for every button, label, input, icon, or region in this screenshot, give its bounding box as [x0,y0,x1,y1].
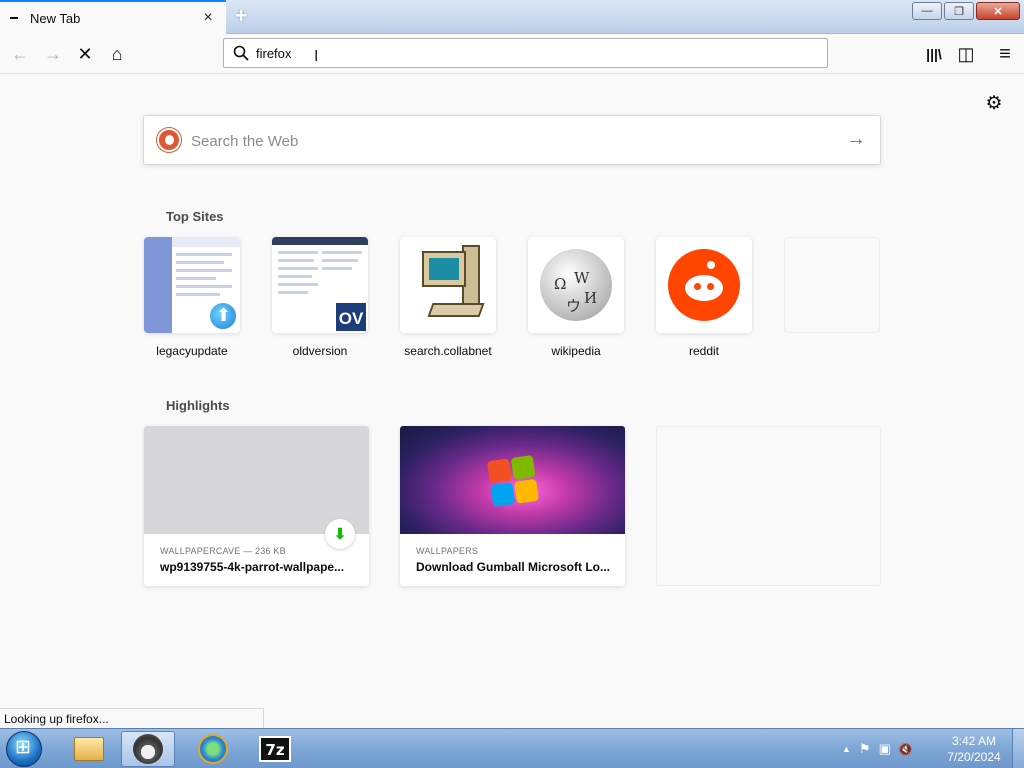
stop-button[interactable]: ✕ [71,40,99,68]
network-icon[interactable]: ▣ [879,741,891,757]
tab-title: New Tab [30,10,81,26]
taskbar-7zip[interactable]: 7z [248,731,302,767]
site-label: legacyupdate [156,344,228,358]
taskbar-clock[interactable]: 3:42 AM 7/20/2024 [942,733,1006,765]
folder-icon [74,737,104,761]
clock-time: 3:42 AM [951,734,997,748]
highlight-title: Download Gumball Microsoft Lo... [416,560,610,574]
globe-download-icon [198,734,228,764]
new-tab-button[interactable]: + [230,5,252,27]
legacyupdate-icon [208,301,238,331]
menu-button[interactable]: ≡ [991,40,1019,68]
highlight-image-placeholder [144,426,369,534]
status-panel: Looking up firefox... [0,708,264,728]
taskbar-browser[interactable] [121,731,175,767]
search-go-arrow-icon[interactable]: → [846,128,866,151]
tray-chevron-icon[interactable]: ▲ [842,744,851,754]
show-desktop-button[interactable] [1012,729,1024,768]
taskbar-download-manager[interactable] [186,731,240,767]
highlight-image [400,426,625,534]
top-site-wikipedia[interactable]: Ω W И ウ wikipedia [528,237,626,358]
raccoon-browser-icon [133,734,163,764]
download-icon: ⬇ [325,519,355,549]
minimize-button[interactable]: — [912,2,942,20]
site-label: oldversion [292,344,348,358]
top-site-oldversion[interactable]: OV oldversion [272,237,370,358]
highlight-source: WALLPAPERCAVE — 236 KB [160,546,286,556]
home-button[interactable]: ⌂ [103,40,131,68]
site-label: wikipedia [551,344,601,358]
top-sites-heading[interactable]: Top Sites [166,209,224,224]
highlight-card[interactable]: ◷ WALLPAPERS Download Gumball Microsoft … [400,426,625,586]
reddit-logo-icon [668,249,740,321]
highlight-source: WALLPAPERS [416,546,479,556]
maximize-button[interactable]: ❐ [944,2,974,20]
top-site-search-collabnet[interactable]: search.collabnet [400,237,498,358]
top-site-reddit[interactable]: reddit [656,237,754,358]
highlight-title: wp9139755-4k-parrot-wallpape... [160,560,345,574]
wikipedia-globe-icon: Ω W И ウ [540,249,612,321]
start-button[interactable] [6,731,42,767]
web-search-input[interactable] [191,130,831,152]
taskbar-explorer[interactable] [62,731,116,767]
tab-new-tab[interactable]: New Tab × [0,0,226,34]
tab-strip: New Tab × + — ❐ ✕ [0,0,1024,34]
text-cursor-icon: I [314,48,319,65]
settings-gear-icon[interactable]: ⚙ [984,94,1004,114]
oldversion-badge: OV [334,301,368,333]
site-label: reddit [688,344,720,358]
window-controls: — ❐ ✕ [912,2,1020,20]
top-site-legacyupdate[interactable]: legacyupdate [144,237,242,358]
7zip-icon: 7z [259,736,291,762]
search-icon [233,45,249,61]
site-thumbnail [400,237,496,333]
site-thumbnail: OV [272,237,368,333]
top-site-empty[interactable] [784,237,882,344]
close-tab-icon[interactable]: × [200,10,216,26]
duckduckgo-logo-icon [157,128,181,152]
site-thumbnail [144,237,240,333]
highlight-card[interactable]: ⬇ WALLPAPERCAVE — 236 KB wp9139755-4k-pa… [144,426,369,586]
web-search-box[interactable]: → [143,115,881,165]
forward-button[interactable]: → [39,40,67,68]
action-center-flag-icon[interactable]: ⚑ [859,741,871,757]
taskbar: 7z ▲ ⚑ ▣ 🔇 3:42 AM 7/20/2024 [0,728,1024,768]
highlights-heading[interactable]: Highlights [166,398,230,413]
close-window-button[interactable]: ✕ [976,2,1020,20]
empty-site-placeholder [784,237,880,333]
clock-date: 7/20/2024 [947,750,1001,764]
site-thumbnail [656,237,752,333]
site-thumbnail: Ω W И ウ [528,237,624,333]
library-button[interactable]: |||\ [920,40,948,68]
url-input[interactable] [256,43,816,63]
loading-icon [10,17,18,19]
back-button[interactable]: ← [6,40,34,68]
volume-muted-icon[interactable]: 🔇 [899,743,913,756]
url-bar[interactable]: I [223,38,828,68]
highlight-empty-placeholder [656,426,881,586]
site-label: search.collabnet [404,344,492,358]
sidebar-button[interactable]: ◫ [952,40,980,68]
gumball-windows-logo-icon [485,453,541,509]
navigation-toolbar: ← → ✕ ⌂ I |||\ ◫ ≡ [0,34,1024,74]
